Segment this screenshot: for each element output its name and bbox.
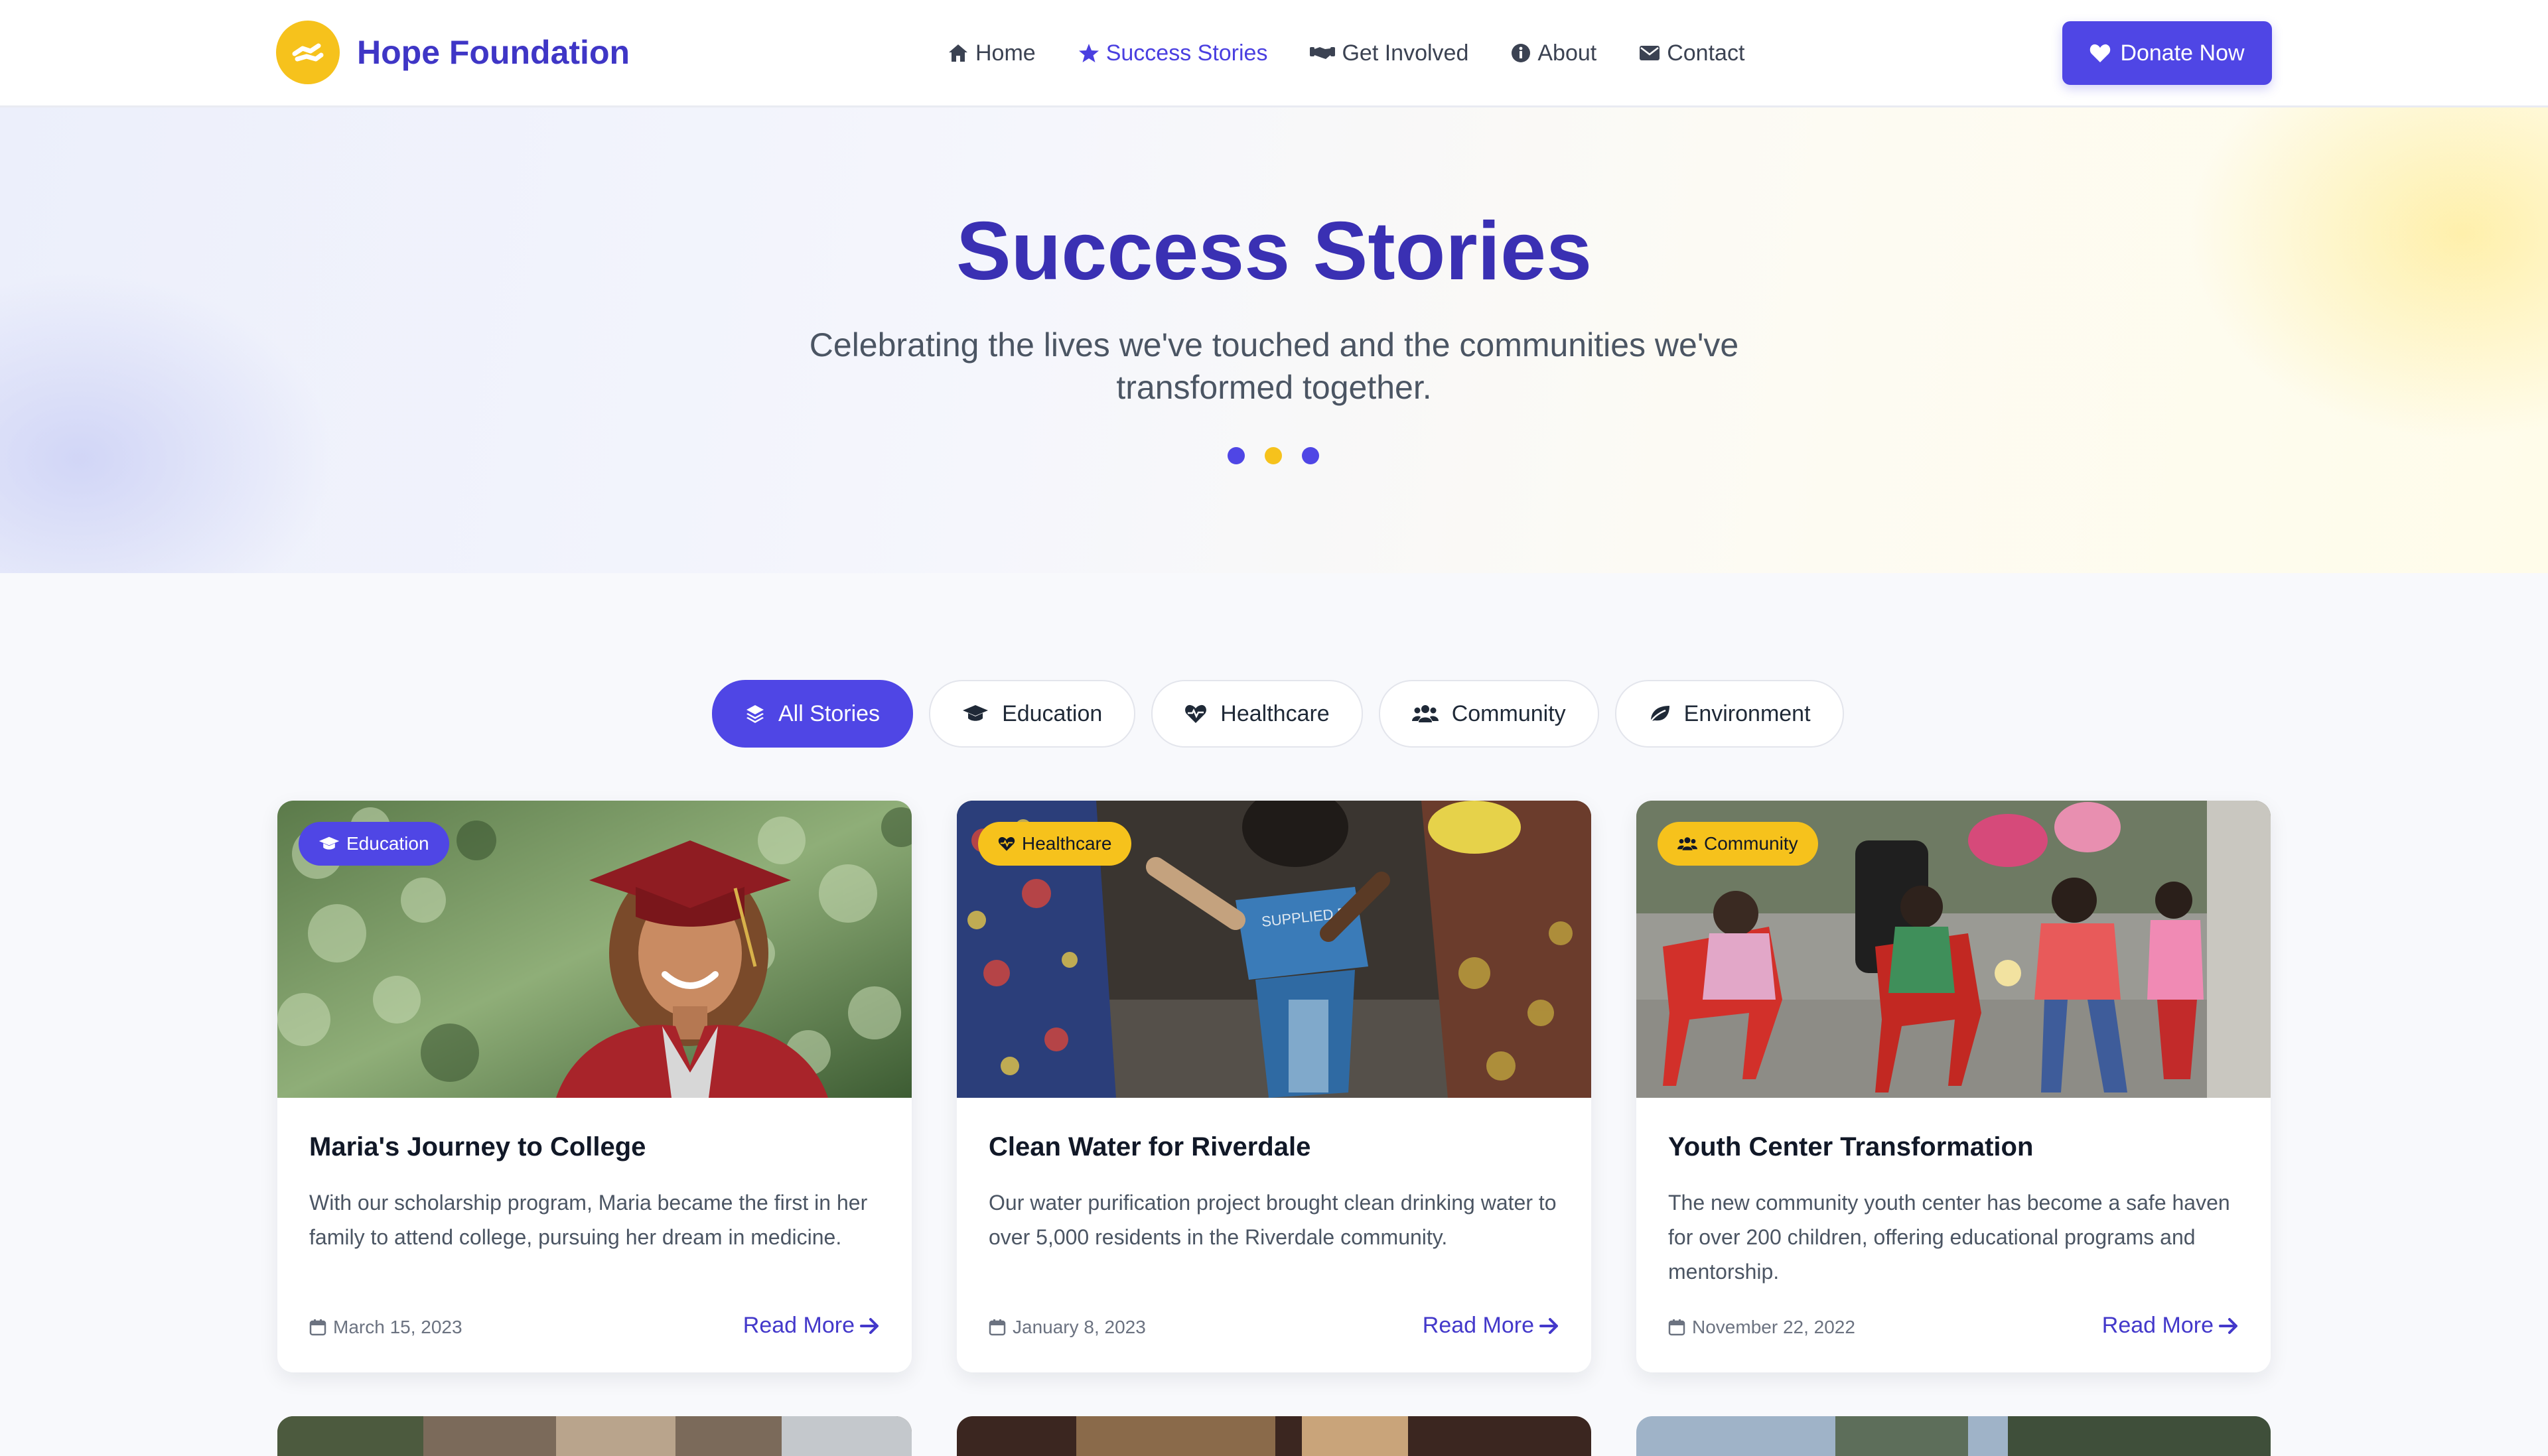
home-icon — [949, 44, 967, 62]
graduation-cap-icon — [963, 705, 989, 721]
filter-education[interactable]: Education — [929, 680, 1136, 748]
filter-all-stories-label: All Stories — [778, 700, 881, 726]
category-badge-label: Community — [1704, 833, 1798, 854]
filter-community[interactable]: Community — [1378, 680, 1599, 748]
hero-dot — [1302, 447, 1319, 464]
story-description: The new community youth center has becom… — [1668, 1191, 2230, 1284]
story-card[interactable]: Education Maria's Journey to College Wit… — [277, 801, 912, 1372]
leaf-icon — [1648, 706, 1669, 724]
story-title: Clean Water for Riverdale — [989, 1132, 1311, 1161]
brand-logo-link[interactable]: Hope Foundation — [276, 20, 630, 85]
story-description: Our water purification project brought c… — [989, 1191, 1557, 1249]
story-title: Youth Center Transformation — [1668, 1132, 2034, 1161]
category-filters: All Stories Education Healthcare Communi… — [712, 680, 1860, 748]
calendar-icon — [1668, 1319, 1685, 1336]
read-more-link[interactable]: Read More — [1423, 1313, 1559, 1339]
story-date-text: March 15, 2023 — [333, 1317, 462, 1337]
hero-dot — [1265, 447, 1282, 464]
donate-now-label: Donate Now — [2120, 40, 2245, 66]
category-badge: Education — [299, 822, 449, 866]
star-icon — [1078, 44, 1099, 62]
donate-now-button[interactable]: Donate Now — [2062, 21, 2272, 85]
category-badge: Healthcare — [978, 822, 1132, 866]
heart-icon — [2090, 44, 2111, 62]
nav-success-stories[interactable]: Success Stories — [1078, 40, 1268, 66]
top-navbar: Hope Foundation Home Success Stories Get… — [0, 0, 2548, 107]
brand-name: Hope Foundation — [357, 34, 630, 71]
envelope-icon — [1640, 46, 1660, 60]
heart-pulse-icon — [1185, 704, 1207, 723]
story-date: November 22, 2022 — [1668, 1317, 1855, 1338]
nav-home[interactable]: Home — [948, 40, 1036, 66]
heart-pulse-icon — [998, 837, 1015, 851]
arrow-right-icon — [860, 1317, 879, 1334]
story-card-partial[interactable] — [957, 1416, 1591, 1456]
nav-about[interactable]: About — [1511, 40, 1596, 66]
filter-community-label: Community — [1451, 700, 1566, 726]
story-card-partial[interactable] — [277, 1416, 912, 1456]
read-more-label: Read More — [1422, 1313, 1534, 1338]
story-card[interactable]: Community Youth Center Transformation Th… — [1636, 801, 2271, 1372]
nav-about-label: About — [1537, 40, 1597, 66]
story-card[interactable]: SUPPLIED BY Healthcare Clean Water for R… — [957, 801, 1591, 1372]
story-date-text: November 22, 2022 — [1692, 1317, 1855, 1337]
nav-get-involved-label: Get Involved — [1342, 40, 1469, 66]
filter-environment-label: Environment — [1683, 700, 1811, 726]
users-icon — [1677, 837, 1697, 850]
read-more-link[interactable]: Read More — [743, 1313, 880, 1339]
hero-section: Success Stories Celebrating the lives we… — [0, 107, 2548, 573]
story-date: March 15, 2023 — [309, 1317, 462, 1338]
nav-contact-label: Contact — [1667, 40, 1745, 66]
filter-healthcare[interactable]: Healthcare — [1151, 680, 1363, 748]
filter-education-label: Education — [1002, 700, 1103, 726]
nav-get-involved[interactable]: Get Involved — [1310, 40, 1468, 66]
handshake-icon — [1310, 47, 1336, 59]
calendar-icon — [309, 1319, 326, 1336]
filter-environment[interactable]: Environment — [1614, 680, 1844, 748]
read-more-link[interactable]: Read More — [2102, 1313, 2239, 1339]
graduation-cap-icon — [318, 836, 340, 850]
nav-home-label: Home — [975, 40, 1036, 66]
category-badge: Community — [1658, 822, 1818, 866]
page-subtitle: Celebrating the lives we've touched and … — [809, 326, 1739, 406]
category-badge-label: Education — [346, 833, 429, 854]
arrow-right-icon — [1539, 1317, 1558, 1334]
hero-decoration-left — [0, 273, 332, 573]
read-more-label: Read More — [743, 1313, 855, 1338]
filter-healthcare-label: Healthcare — [1220, 700, 1330, 726]
nav-contact[interactable]: Contact — [1639, 40, 1744, 66]
story-description: With our scholarship program, Maria beca… — [309, 1191, 868, 1249]
filter-all-stories[interactable]: All Stories — [712, 680, 914, 748]
nav-links: Home Success Stories Get Involved About — [948, 34, 1787, 72]
hero-dots — [1228, 447, 1339, 464]
layers-icon — [746, 705, 764, 723]
category-badge-label: Healthcare — [1022, 833, 1112, 854]
users-icon — [1411, 705, 1439, 722]
story-card-partial[interactable] — [1636, 1416, 2271, 1456]
calendar-icon — [989, 1319, 1006, 1336]
story-date-text: January 8, 2023 — [1013, 1317, 1146, 1337]
info-icon — [1512, 44, 1531, 62]
nav-success-stories-label: Success Stories — [1105, 40, 1268, 66]
helping-hands-icon — [276, 21, 340, 84]
arrow-right-icon — [2219, 1317, 2237, 1334]
read-more-label: Read More — [2101, 1313, 2214, 1338]
story-title: Maria's Journey to College — [309, 1132, 646, 1161]
story-date: January 8, 2023 — [989, 1317, 1146, 1338]
hero-dot — [1228, 447, 1245, 464]
page-title: Success Stories — [956, 206, 1592, 297]
